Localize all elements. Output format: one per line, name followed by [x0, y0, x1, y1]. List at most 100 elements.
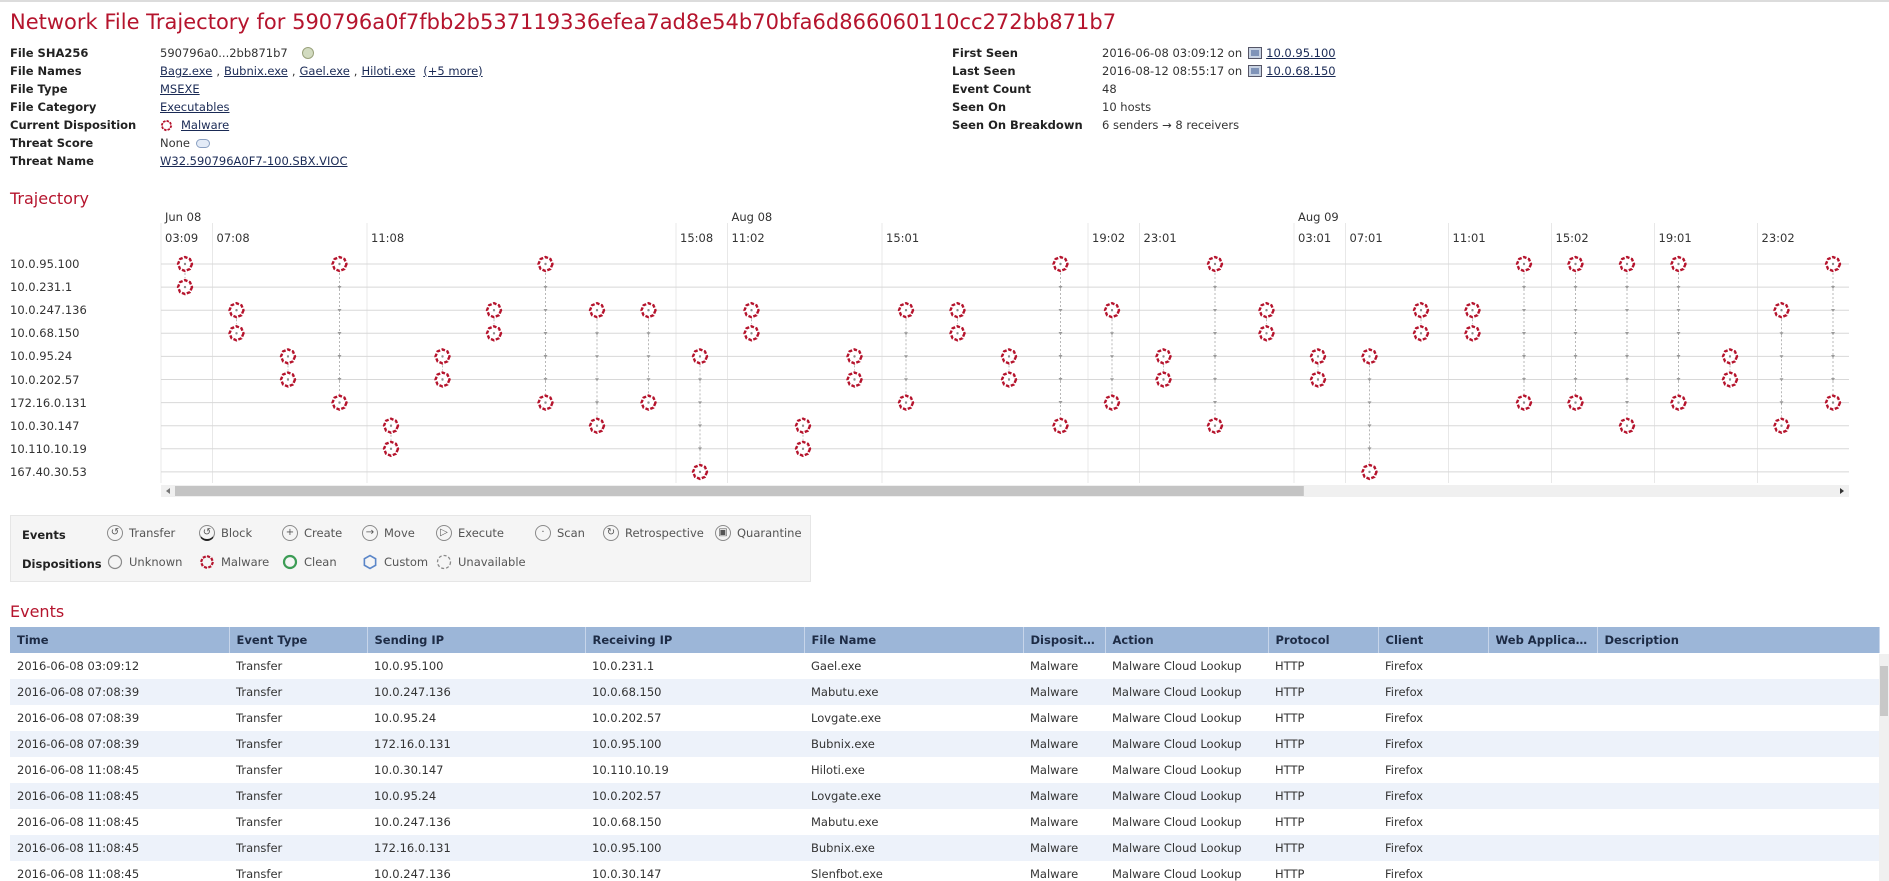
- legend-disposition-label: Custom: [384, 555, 429, 569]
- node-center: [1471, 309, 1474, 312]
- legend-event-block: ↺ Block: [199, 525, 252, 541]
- table-row[interactable]: 2016-06-08 11:08:45 Transfer 10.0.247.136 1…: [10, 809, 1879, 835]
- transfer-event[interactable]: [1721, 348, 1739, 388]
- transfer-event[interactable]: [485, 301, 503, 342]
- last-seen-host-link[interactable]: 10.0.68.150: [1266, 62, 1336, 80]
- transfer-event[interactable]: [1155, 348, 1172, 388]
- info-link[interactable]: W32.590796A0F7-100.SBX.VIOC: [160, 152, 348, 170]
- column-header[interactable]: Dispositi...: [1023, 627, 1106, 653]
- legend-events-label: Events: [22, 528, 66, 542]
- host-label[interactable]: 167.40.30.53: [10, 465, 87, 479]
- host-label[interactable]: 10.110.10.19: [10, 442, 87, 456]
- table-cell: Malware: [1023, 835, 1105, 861]
- legend-event-label: Block: [221, 526, 253, 540]
- transfer-event[interactable]: [1000, 348, 1018, 388]
- transfer-event[interactable]: [1618, 255, 1636, 434]
- transfer-event[interactable]: [1773, 301, 1790, 434]
- column-header[interactable]: Sending IP: [367, 627, 586, 653]
- column-header[interactable]: Receiving IP: [585, 627, 805, 653]
- table-cell: Malware Cloud Lookup: [1112, 659, 1242, 673]
- table-row[interactable]: 2016-06-08 11:08:45 Transfer 172.16.0.131 1…: [10, 835, 1879, 861]
- node-center: [1110, 401, 1114, 404]
- table-cell: Hiloti.exe: [811, 763, 865, 777]
- transfer-event[interactable]: [1309, 348, 1327, 388]
- node-center: [1625, 424, 1629, 427]
- transfer-event[interactable]: [1361, 348, 1378, 481]
- column-header[interactable]: Action: [1105, 627, 1269, 653]
- host-label[interactable]: 10.0.95.24: [10, 349, 72, 363]
- column-header[interactable]: File Name: [804, 627, 1024, 653]
- transfer-event[interactable]: [691, 348, 709, 481]
- transfer-event[interactable]: [1412, 301, 1430, 342]
- table-cell: Malware Cloud Lookup: [1105, 731, 1268, 757]
- node-center: [1728, 355, 1732, 358]
- table-cell: HTTP: [1275, 659, 1305, 673]
- transfer-event[interactable]: [743, 301, 760, 342]
- time-label: 03:01: [1298, 231, 1331, 245]
- host-label[interactable]: 10.0.202.57: [10, 373, 80, 387]
- table-row[interactable]: 2016-06-08 03:09:12 Transfer 10.0.95.100 10…: [10, 653, 1879, 679]
- file-name-link[interactable]: Gael.exe: [299, 62, 349, 80]
- host-label[interactable]: 10.0.68.150: [10, 326, 80, 340]
- table-vertical-scrollbar[interactable]: [1879, 654, 1889, 881]
- execute-icon: ▷: [436, 525, 452, 541]
- table-row[interactable]: 2016-06-08 11:08:45 Transfer 10.0.95.24 10.…: [10, 783, 1879, 809]
- table-cell: Gael.exe: [811, 659, 862, 673]
- table-cell: HTTP: [1275, 867, 1305, 881]
- column-header[interactable]: Protocol: [1268, 627, 1379, 653]
- table-cell: Malware Cloud Lookup: [1112, 763, 1242, 777]
- table-cell: HTTP: [1268, 783, 1378, 809]
- more-file-names-link[interactable]: (+5 more): [423, 62, 482, 80]
- transfer-event[interactable]: [1206, 255, 1224, 434]
- info-value: Bagz.exe, Bubnix.exe, Gael.exe, Hiloti.exe(…: [160, 62, 483, 80]
- transfer-event[interactable]: [1052, 255, 1069, 434]
- table-row[interactable]: 2016-06-08 11:08:45 Transfer 10.0.247.136 1…: [10, 861, 1879, 881]
- column-header[interactable]: Client: [1378, 627, 1489, 653]
- table-cell: Lovgate.exe: [811, 711, 882, 725]
- file-name-link[interactable]: Bubnix.exe: [224, 62, 288, 80]
- transfer-event[interactable]: [228, 301, 245, 342]
- time-label: 03:09: [165, 231, 198, 245]
- host-label[interactable]: 10.0.247.136: [10, 303, 87, 317]
- download-icon[interactable]: [301, 47, 314, 59]
- host-label[interactable]: 10.0.231.1: [10, 280, 72, 294]
- table-row[interactable]: 2016-06-08 07:08:39 Transfer 172.16.0.131 1…: [10, 731, 1879, 757]
- transfer-event[interactable]: [1258, 301, 1275, 342]
- host-icon: [1248, 65, 1263, 77]
- retrospective-icon: ↻: [603, 525, 619, 541]
- file-name-link[interactable]: Hiloti.exe: [361, 62, 415, 80]
- column-header[interactable]: Time: [10, 627, 230, 653]
- transfer-event[interactable]: [279, 348, 297, 388]
- transfer-event[interactable]: [176, 255, 194, 296]
- transfer-event[interactable]: [846, 348, 863, 388]
- host-label[interactable]: 172.16.0.131: [10, 396, 87, 410]
- info-link[interactable]: MSEXE: [160, 80, 200, 98]
- table-row[interactable]: 2016-06-08 07:08:39 Transfer 10.0.95.24 10.…: [10, 705, 1879, 731]
- table-row[interactable]: 2016-06-08 07:08:39 Transfer 10.0.247.136 1…: [10, 679, 1879, 705]
- info-link[interactable]: Executables: [160, 98, 230, 116]
- column-header[interactable]: Description: [1597, 627, 1880, 653]
- trajectory-scroll-thumb[interactable]: [175, 486, 1304, 496]
- node-center: [441, 355, 444, 358]
- file-name-link[interactable]: Bagz.exe: [160, 62, 212, 80]
- scan-icon: ·: [535, 525, 551, 541]
- column-header[interactable]: Web Applicat...: [1488, 627, 1598, 653]
- table-cell: 10.0.95.100: [374, 659, 444, 673]
- column-header[interactable]: Event Type: [229, 627, 368, 653]
- transfer-event[interactable]: [588, 301, 606, 434]
- host-label[interactable]: 10.0.95.100: [10, 257, 80, 271]
- transfer-event[interactable]: [794, 417, 812, 458]
- info-link[interactable]: Malware: [181, 116, 229, 134]
- table-scroll-thumb[interactable]: [1880, 666, 1888, 716]
- first-seen-host-link[interactable]: 10.0.95.100: [1266, 44, 1336, 62]
- transfer-event[interactable]: [1464, 301, 1481, 342]
- node-center: [1780, 424, 1783, 427]
- transfer-event[interactable]: [382, 417, 400, 458]
- node-center: [1007, 355, 1011, 358]
- host-label[interactable]: 10.0.30.147: [10, 419, 80, 433]
- transfer-event[interactable]: [949, 301, 966, 342]
- table-row[interactable]: 2016-06-08 11:08:45 Transfer 10.0.30.147 10…: [10, 757, 1879, 783]
- seen-on-breakdown-value: 6 senders → 8 receivers: [1102, 118, 1240, 132]
- transfer-event[interactable]: [434, 348, 451, 388]
- info-value: None: [160, 134, 211, 152]
